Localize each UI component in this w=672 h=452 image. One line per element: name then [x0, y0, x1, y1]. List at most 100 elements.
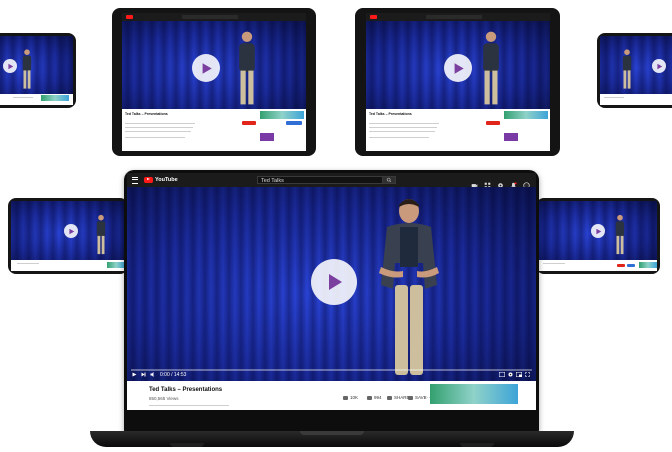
play-icon: [68, 228, 74, 234]
tablet-left-screen: Ted Talks – Presentations: [122, 13, 306, 151]
video-player[interactable]: [127, 187, 536, 381]
description-line: [369, 127, 437, 128]
info-area: Ted Talks – Presentations: [366, 109, 550, 151]
play-button[interactable]: [591, 224, 605, 238]
phone-mid-left-screen: [11, 201, 125, 271]
tablet-right: Ted Talks – Presentations: [355, 8, 560, 156]
ad-banner[interactable]: [430, 384, 518, 404]
play-button[interactable]: [652, 59, 666, 73]
youtube-logo[interactable]: YouTube: [144, 177, 178, 183]
description-line: [125, 127, 193, 128]
video-title: Ted Talks – Presentations: [149, 387, 223, 393]
next-icon[interactable]: [141, 372, 146, 379]
thumbs-up-icon: [343, 395, 348, 400]
divider: [543, 263, 565, 264]
search-input[interactable]: [426, 15, 482, 19]
subscribe-button[interactable]: [617, 264, 625, 267]
camera-icon[interactable]: [471, 176, 478, 188]
divider: [13, 97, 33, 98]
tablet-left: Ted Talks – Presentations: [112, 8, 316, 156]
volume-icon[interactable]: [150, 371, 156, 379]
search-input[interactable]: Ted Talks: [257, 176, 383, 184]
info-button[interactable]: [627, 264, 635, 267]
apps-icon[interactable]: [484, 176, 491, 189]
play-icon: [595, 228, 601, 234]
dislike-button[interactable]: 994: [367, 395, 382, 400]
description-line: [125, 131, 191, 132]
speaker-figure: [379, 199, 439, 375]
header-actions: [471, 176, 530, 189]
player-controls: 0:00 / 14:53: [127, 369, 536, 381]
subtitles-icon[interactable]: [499, 371, 505, 379]
share-icon: [387, 395, 392, 400]
laptop: YouTube Ted Talks 0:00 / 14:53 Ted Talks…: [124, 170, 539, 434]
play-button[interactable]: [311, 259, 357, 305]
play-control-icon[interactable]: [132, 372, 137, 379]
laptop-foot: [170, 443, 204, 447]
laptop-foot: [460, 443, 494, 447]
info-area: Ted Talks – Presentations 850,565 Views …: [127, 381, 536, 428]
divider: [17, 263, 39, 264]
play-button[interactable]: [444, 54, 472, 82]
youtube-logo-icon: [144, 177, 153, 183]
like-button[interactable]: 10K: [343, 395, 358, 400]
play-icon: [329, 274, 342, 290]
video-player[interactable]: [11, 201, 125, 260]
phone-top-right-screen: [600, 36, 672, 105]
info-area: Ted Talks – Presentations: [122, 109, 306, 151]
video-player[interactable]: [539, 201, 657, 260]
video-player[interactable]: [366, 21, 550, 109]
subscribe-button[interactable]: [486, 121, 500, 125]
play-button[interactable]: [64, 224, 78, 238]
speaker-figure: [615, 214, 625, 255]
header: [122, 13, 306, 21]
ad-banner: [107, 262, 125, 268]
subscribe-button[interactable]: [242, 121, 256, 125]
speaker-figure: [239, 31, 255, 105]
menu-icon[interactable]: [132, 176, 138, 184]
search-button[interactable]: [382, 176, 396, 184]
info-button[interactable]: [286, 121, 302, 125]
settings-control-icon[interactable]: [508, 372, 513, 379]
info-area: [0, 94, 73, 105]
tablet-right-screen: Ted Talks – Presentations: [366, 13, 550, 151]
youtube-logo-icon[interactable]: [126, 15, 133, 19]
laptop-notch: [300, 431, 364, 435]
ad-banner: [504, 111, 548, 119]
thumbnail[interactable]: [260, 133, 274, 141]
avatar[interactable]: [523, 176, 530, 189]
ad-banner: [260, 111, 304, 119]
view-count: 850,565 Views: [149, 396, 179, 401]
phone-mid-right-screen: [539, 201, 657, 271]
info-area: [11, 260, 125, 271]
title-underline: [149, 405, 229, 406]
fullscreen-icon[interactable]: [525, 371, 530, 379]
speaker-figure: [96, 214, 106, 255]
save-button[interactable]: SAVE: [408, 395, 427, 400]
youtube-logo-icon[interactable]: [370, 15, 377, 19]
play-button[interactable]: [192, 54, 220, 82]
ad-banner: [41, 95, 69, 101]
youtube-brand-text: YouTube: [155, 177, 178, 183]
video-player[interactable]: [122, 21, 306, 109]
video-player[interactable]: [600, 36, 672, 94]
play-button[interactable]: [3, 59, 17, 73]
play-icon: [454, 62, 464, 74]
laptop-base: [90, 431, 574, 447]
description-line: [369, 137, 429, 138]
description-line: [369, 131, 435, 132]
phone-mid-left: [8, 198, 128, 274]
laptop-screen: YouTube Ted Talks 0:00 / 14:53 Ted Talks…: [127, 173, 536, 428]
thumbs-down-icon: [367, 395, 372, 400]
notification-icon[interactable]: [510, 176, 517, 187]
settings-icon[interactable]: [497, 176, 504, 188]
bottom-strip: [127, 410, 536, 428]
share-button[interactable]: SHARE: [387, 395, 410, 400]
search-input[interactable]: [182, 15, 238, 19]
miniplayer-icon[interactable]: [516, 371, 522, 379]
video-player[interactable]: [0, 36, 73, 94]
phone-top-left-screen: [0, 36, 73, 105]
progress-bar[interactable]: [131, 369, 532, 371]
thumbnail[interactable]: [504, 133, 518, 141]
divider: [604, 97, 624, 98]
